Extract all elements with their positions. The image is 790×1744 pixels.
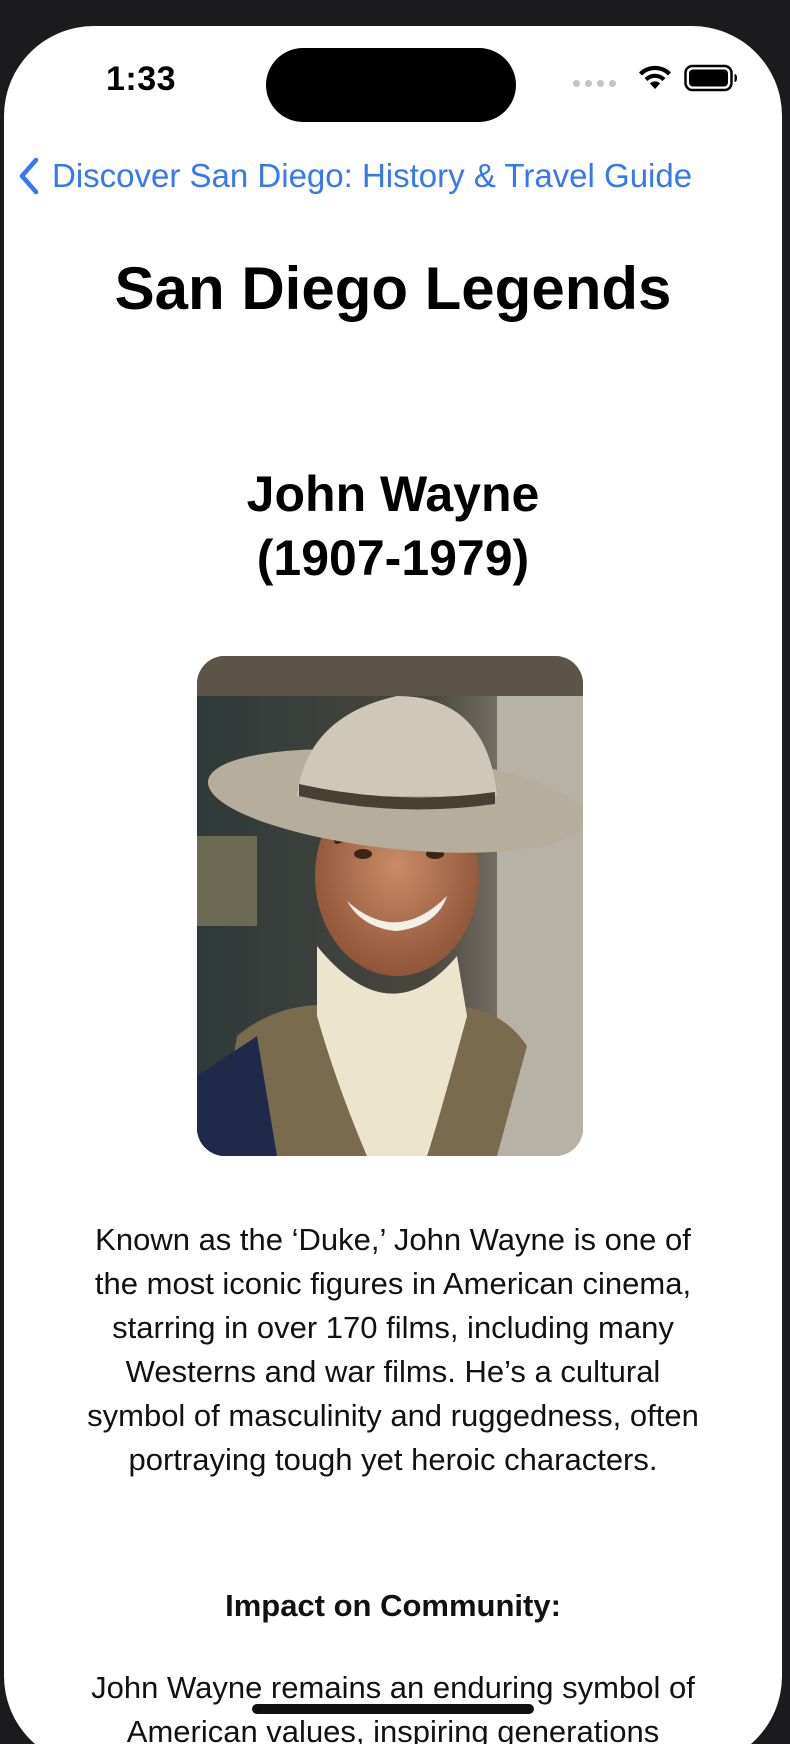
portrait-image <box>197 656 583 1156</box>
status-time: 1:33 <box>106 60 177 98</box>
cellular-signal-icon <box>573 79 616 87</box>
page-title: San Diego Legends <box>114 255 672 322</box>
chevron-left-icon <box>19 157 39 195</box>
dynamic-island <box>266 48 516 122</box>
legend-name: John Wayne (1907-1979) <box>246 466 540 586</box>
device-frame: 1:33 Discover San Diego: History & Trave… <box>0 0 790 1744</box>
back-button[interactable]: Discover San Diego: History & Travel Gui… <box>16 156 692 196</box>
legend-bio: Known as the ‘Duke,’ John Wayne is one o… <box>87 1222 699 1477</box>
home-indicator[interactable] <box>252 1704 534 1714</box>
impact-heading: Impact on Community: <box>225 1588 561 1623</box>
status-icons <box>573 64 738 92</box>
legend-portrait <box>197 656 583 1156</box>
battery-icon <box>684 64 737 92</box>
app-screen: 1:33 Discover San Diego: History & Trave… <box>4 26 782 1744</box>
back-button-label: Discover San Diego: History & Travel Gui… <box>52 157 693 194</box>
wifi-icon <box>639 65 671 89</box>
